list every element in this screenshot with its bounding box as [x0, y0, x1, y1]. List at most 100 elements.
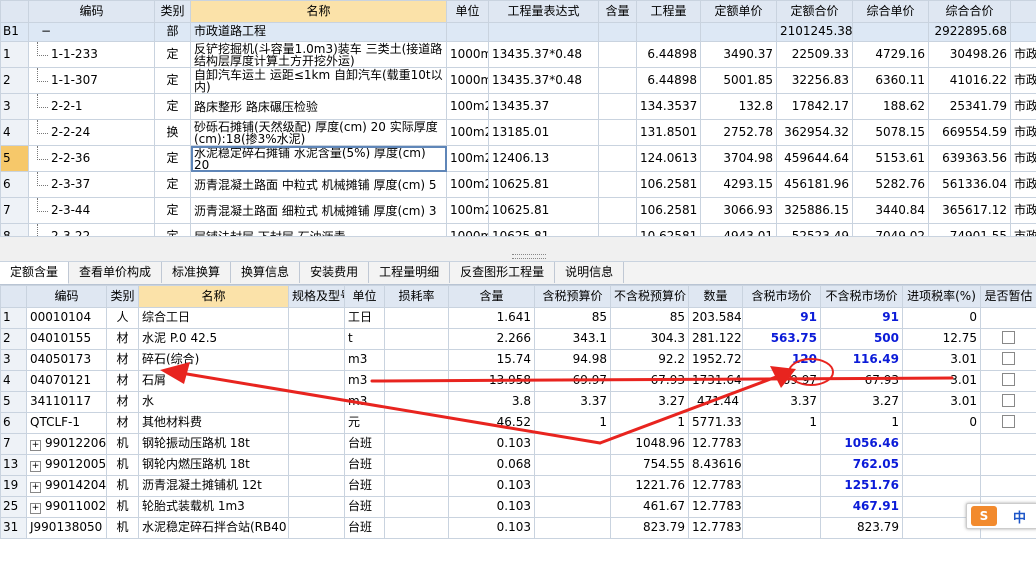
column-header[interactable]: 综合合价: [928, 0, 1011, 23]
spec-cell[interactable]: [288, 349, 345, 371]
unit-cell[interactable]: t: [344, 328, 385, 350]
unit-cell[interactable]: [446, 22, 489, 42]
category-cell[interactable]: 定: [154, 171, 191, 198]
tab-1[interactable]: 查看单价构成: [69, 262, 163, 283]
input-tax-rate-cell[interactable]: 0: [902, 307, 981, 329]
ime-toolbar[interactable]: S 中: [966, 503, 1036, 529]
column-header[interactable]: 损耗率: [384, 285, 449, 308]
table-row[interactable]: 2 1-1-307 定自卸汽车运土 运距≤1km 自卸汽车(载重10t以内) 1000…: [0, 67, 1036, 94]
tax-budget-price-cell[interactable]: 85: [534, 307, 611, 329]
provisional-cell[interactable]: [980, 370, 1036, 392]
quantity-cell[interactable]: 6.44898: [636, 67, 701, 94]
quota-total-cell[interactable]: 325886.15: [776, 197, 853, 224]
unit-cell[interactable]: 1000m3: [446, 41, 489, 68]
unit-cell[interactable]: 元: [344, 412, 385, 434]
loss-rate-cell[interactable]: [384, 433, 449, 455]
loss-rate-cell[interactable]: [384, 454, 449, 476]
unit-cell[interactable]: 台班: [344, 496, 385, 518]
table-row[interactable]: 6 2-3-37 定沥青混凝土路面 中粒式 机械摊铺 厚度(cm) 5 100m2 10…: [0, 171, 1036, 198]
code-cell[interactable]: 34110117: [26, 391, 107, 413]
composite-total-cell[interactable]: 25341.79: [928, 93, 1011, 120]
content-cell[interactable]: 0.103: [448, 433, 535, 455]
amount-cell[interactable]: 281.122: [688, 328, 743, 350]
row-number[interactable]: 1: [0, 307, 27, 329]
notax-market-price-cell[interactable]: 91: [820, 307, 903, 329]
name-cell[interactable]: 钢轮振动压路机 18t: [138, 433, 289, 455]
content-cell[interactable]: 46.52: [448, 412, 535, 434]
loss-rate-cell[interactable]: [384, 517, 449, 539]
spec-cell[interactable]: [288, 370, 345, 392]
row-number[interactable]: 5: [0, 145, 29, 172]
table-row[interactable]: 1 00010104 人综合工日 工日 1.641 85 85 203.584 91 91 0: [0, 307, 1036, 329]
qty-cell[interactable]: [636, 22, 701, 42]
extra-cell[interactable]: 市政: [1010, 171, 1036, 198]
tab-4[interactable]: 安装费用: [300, 262, 370, 283]
category-cell[interactable]: 部: [154, 22, 191, 42]
content-cell[interactable]: 0.103: [448, 475, 535, 497]
column-header[interactable]: 规格及型号: [288, 285, 345, 308]
expr-cell[interactable]: [488, 22, 599, 42]
category-cell[interactable]: 定: [154, 41, 191, 68]
tax-market-price-cell[interactable]: [742, 517, 821, 539]
code-cell[interactable]: 04050173: [26, 349, 107, 371]
notax-market-price-cell[interactable]: 823.79: [820, 517, 903, 539]
name-cell[interactable]: 综合工日: [138, 307, 289, 329]
quantity-cell[interactable]: 124.0613: [636, 145, 701, 172]
quantity-cell[interactable]: 134.3537: [636, 93, 701, 120]
quota-price-cell[interactable]: 132.8: [700, 93, 777, 120]
input-tax-rate-cell[interactable]: [902, 454, 981, 476]
loss-rate-cell[interactable]: [384, 328, 449, 350]
amount-cell[interactable]: 203.584: [688, 307, 743, 329]
name-cell[interactable]: 水泥稳定碎石拌合站(RB40: [138, 517, 289, 539]
notax-market-price-cell[interactable]: 3.27: [820, 391, 903, 413]
loss-rate-cell[interactable]: [384, 475, 449, 497]
input-tax-rate-cell[interactable]: [902, 433, 981, 455]
unit-cell[interactable]: 台班: [344, 517, 385, 539]
expression-cell[interactable]: 13185.01: [488, 119, 599, 146]
table-row[interactable]: 7+990122060机钢轮振动压路机 18t 台班 0.103 1048.9612.…: [0, 433, 1036, 455]
quantity-cell[interactable]: 131.8501: [636, 119, 701, 146]
tax-budget-price-cell[interactable]: 1: [534, 412, 611, 434]
name-cell[interactable]: 反铲挖掘机(斗容量1.0m3)装车 三类土(接道路结构层厚度计算土方开挖外运): [190, 41, 447, 68]
notax-budget-price-cell[interactable]: 67.93: [610, 370, 689, 392]
name-cell[interactable]: 钢轮内燃压路机 18t: [138, 454, 289, 476]
table-row[interactable]: B1− 部市政道路工程 2101245.38 2922895.68: [0, 22, 1036, 42]
extra-cell[interactable]: 市政: [1010, 41, 1036, 68]
quota-price-cell[interactable]: 3704.98: [700, 145, 777, 172]
row-number[interactable]: 2: [0, 328, 27, 350]
spec-cell[interactable]: [288, 517, 345, 539]
category-cell[interactable]: 定: [154, 197, 191, 224]
column-header[interactable]: 名称: [138, 285, 289, 308]
table-row[interactable]: 5 34110117 材水 m3 3.8 3.37 3.27 471.44 3.37 3.27 3.…: [0, 391, 1036, 413]
table-row[interactable]: 25+990110020机轮胎式装载机 1m3 台班 0.103 461.6712.7…: [0, 496, 1036, 518]
row-number[interactable]: 31: [0, 517, 27, 539]
spec-cell[interactable]: [288, 454, 345, 476]
loss-rate-cell[interactable]: [384, 307, 449, 329]
expand-plus-icon[interactable]: +: [30, 440, 41, 451]
expand-plus-icon[interactable]: +: [30, 461, 41, 472]
tax-budget-price-cell[interactable]: [534, 496, 611, 518]
tab-5[interactable]: 工程量明细: [369, 262, 451, 283]
column-header[interactable]: 含量: [598, 0, 637, 23]
loss-rate-cell[interactable]: [384, 391, 449, 413]
column-header[interactable]: 工程量: [636, 0, 701, 23]
composite-total-cell[interactable]: 365617.12: [928, 197, 1011, 224]
content-cell[interactable]: [598, 22, 637, 42]
category-cell[interactable]: 机: [106, 496, 139, 518]
extra-cell[interactable]: [1010, 22, 1036, 42]
code-cell[interactable]: +990120050: [26, 454, 107, 476]
notax-budget-price-cell[interactable]: 461.67: [610, 496, 689, 518]
table-row[interactable]: 4 04070121 材石屑 m3 13.958 69.97 67.93 1731.64 69.…: [0, 370, 1036, 392]
tax-market-price-cell[interactable]: [742, 475, 821, 497]
notax-market-price-cell[interactable]: 1056.46: [820, 433, 903, 455]
unit-cell[interactable]: m3: [344, 349, 385, 371]
name-cell[interactable]: 沥青混凝土路面 中粒式 机械摊铺 厚度(cm) 5: [190, 171, 447, 198]
column-header[interactable]: 不含税市场价: [820, 285, 903, 308]
quantity-cell[interactable]: 6.44898: [636, 41, 701, 68]
notax-budget-price-cell[interactable]: 85: [610, 307, 689, 329]
category-cell[interactable]: 换: [154, 119, 191, 146]
quota-total-cell[interactable]: 22509.33: [776, 41, 853, 68]
column-header[interactable]: 数量: [688, 285, 743, 308]
name-cell[interactable]: 沥青混凝土路面 细粒式 机械摊铺 厚度(cm) 3: [190, 197, 447, 224]
row-number[interactable]: 2: [0, 67, 29, 94]
